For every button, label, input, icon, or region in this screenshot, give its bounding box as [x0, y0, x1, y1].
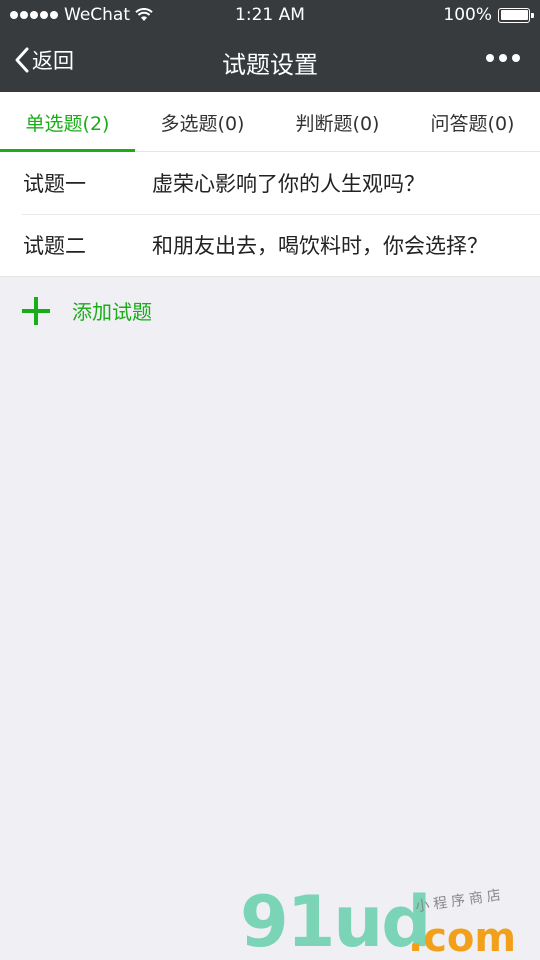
page-title: 试题设置	[222, 51, 318, 79]
battery-percentage: 100%	[443, 5, 492, 25]
tab-single-choice[interactable]: 单选题(2)	[0, 92, 135, 153]
add-question-label: 添加试题	[72, 300, 152, 324]
question-row[interactable]: 试题二 和朋友出去，喝饮料时，你会选择？	[0, 214, 540, 276]
plus-icon	[22, 296, 50, 325]
question-type-tabs: 单选题(2) 多选题(0) 判断题(0) 问答题(0)	[0, 92, 540, 153]
watermark-tld: .com	[408, 915, 517, 960]
status-right: 100%	[443, 5, 534, 25]
question-list: 试题一 虚荣心影响了你的人生观吗？ 试题二 和朋友出去，喝饮料时，你会选择？	[0, 152, 540, 277]
tab-multiple-choice[interactable]: 多选题(0)	[135, 92, 270, 152]
more-icon	[486, 54, 494, 62]
question-text: 和朋友出去，喝饮料时，你会选择？	[152, 234, 488, 258]
tab-qa[interactable]: 问答题(0)	[405, 92, 540, 152]
question-label: 试题一	[23, 172, 86, 196]
battery-icon	[498, 7, 534, 23]
watermark: 91ud 小程序商店 .com	[240, 885, 540, 960]
question-label: 试题二	[23, 234, 86, 258]
more-menu-button[interactable]	[486, 54, 520, 62]
question-text: 虚荣心影响了你的人生观吗？	[152, 172, 425, 196]
tab-true-false[interactable]: 判断题(0)	[270, 92, 405, 152]
status-bar: WeChat 1:21 AM 100%	[0, 0, 540, 30]
navigation-bar: 返回 试题设置	[0, 30, 540, 92]
watermark-logo: 91ud	[240, 881, 431, 960]
battery-fill	[500, 10, 528, 20]
question-row[interactable]: 试题一 虚荣心影响了你的人生观吗？	[0, 152, 540, 214]
add-question-button[interactable]: 添加试题	[22, 296, 152, 325]
